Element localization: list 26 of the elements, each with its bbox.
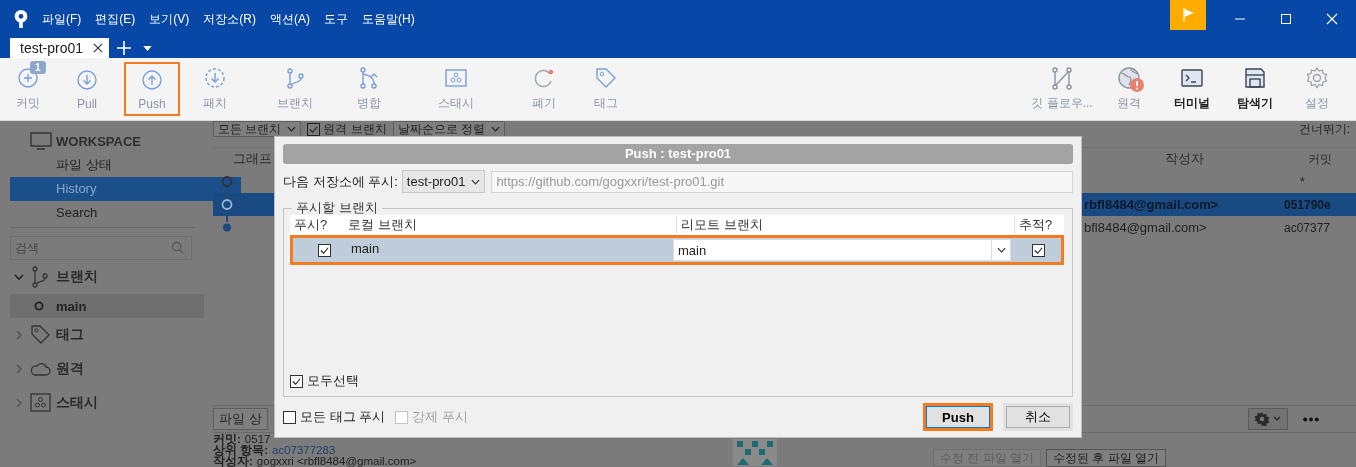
commit-hash-cell-text: *: [1299, 174, 1305, 189]
field-label: 다음 저장소에 푸시:: [283, 172, 398, 191]
commit-hash-cell: ac07377: [1284, 220, 1331, 235]
column-header: 로컬 브랜치: [348, 216, 418, 234]
checkbox-label: 모두선택: [307, 372, 359, 390]
checkbox-label: 강제 푸시: [412, 408, 468, 426]
detail-value: gogxxri <rbfl8484@gmail.com>: [256, 455, 417, 467]
detail-value: 0517: [244, 433, 271, 445]
local-branch-cell-text: main: [351, 240, 381, 256]
column-header: 추적?: [1014, 216, 1064, 234]
workspace-heading: WORKSPACE: [56, 133, 141, 149]
author-cell: rbfl8484@gmail.com>: [1084, 197, 1219, 212]
checkbox-label: 모든 태그 푸시: [300, 408, 386, 426]
detail-label: 커밋:: [213, 433, 241, 445]
detail-label: 상위 항목:: [213, 444, 269, 456]
author-cell: bfl8484@gmail.com>: [1084, 220, 1207, 235]
detail-label: 작성자:: [213, 455, 253, 467]
checkbox-label: 원격 브랜치: [323, 120, 387, 138]
group-title: 푸시할 브랜치: [295, 199, 379, 217]
column-header: 리모트 브랜치: [676, 216, 1014, 234]
skip-label: 건너뛰기:: [1298, 120, 1350, 138]
dialog-title: Push : test-pro01: [283, 144, 1073, 164]
count-badge: 1: [30, 61, 46, 74]
url-field: https://github.com/gogxxri/test-pro01.git: [491, 170, 1073, 193]
commit-hash-cell: 051790e: [1284, 197, 1331, 212]
column-header: 푸시?: [293, 216, 329, 234]
